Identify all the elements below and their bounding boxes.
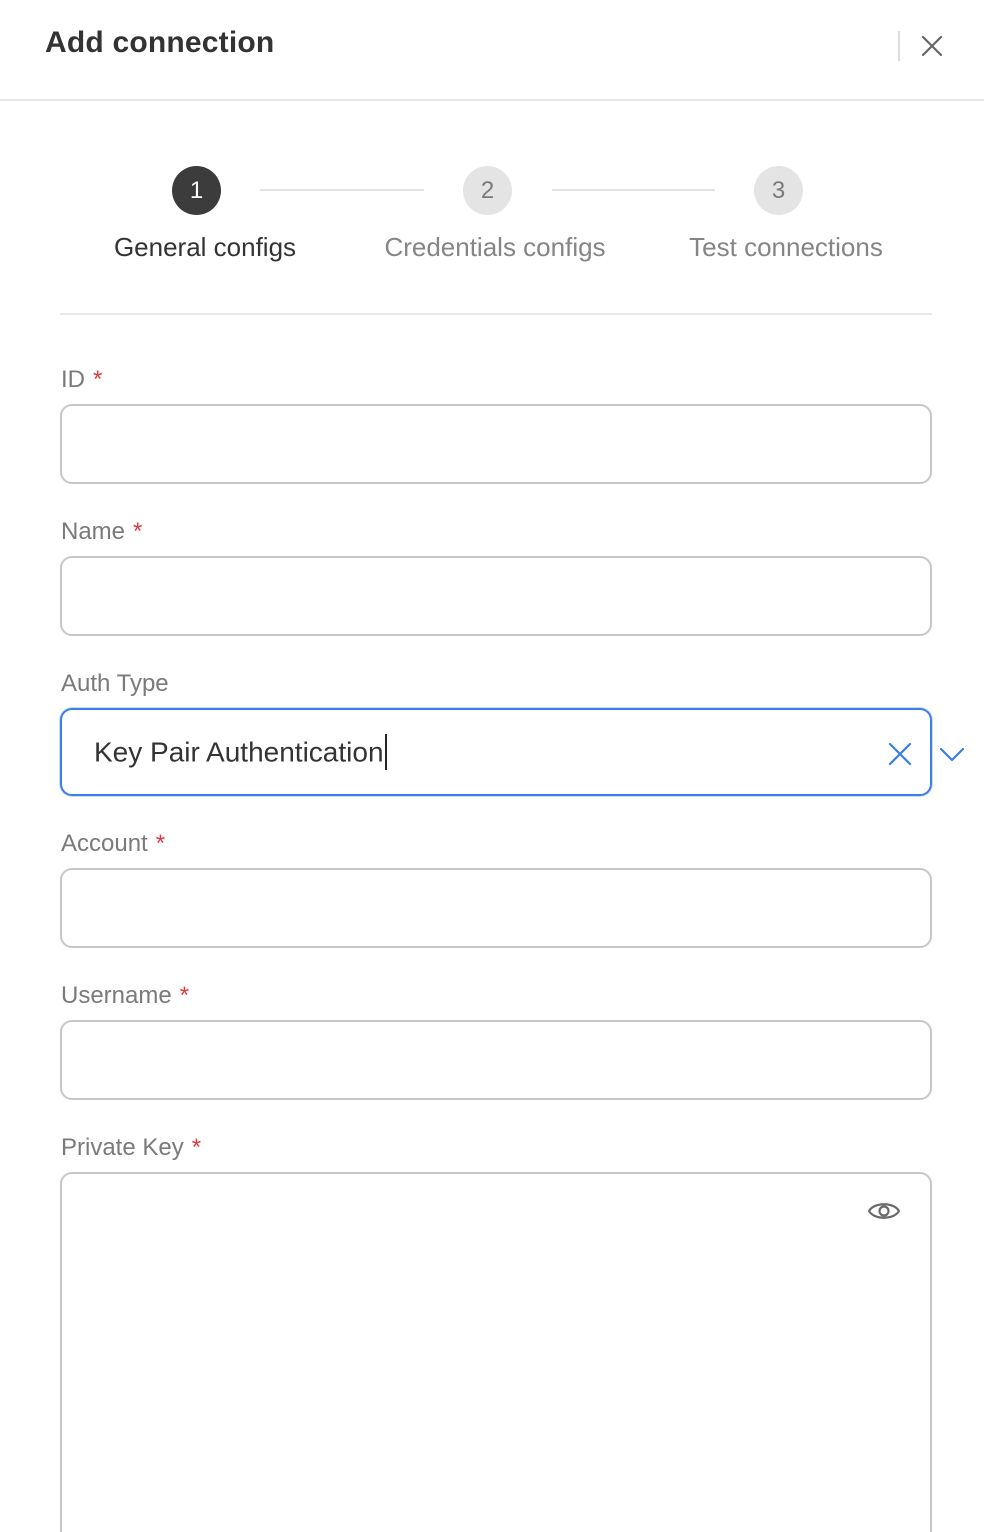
step-2-label: Credentials configs: [384, 232, 606, 262]
name-label-text: Name: [61, 518, 126, 545]
toggle-visibility-button[interactable]: [866, 1198, 902, 1224]
clear-icon: [888, 742, 912, 766]
account-input[interactable]: [60, 868, 932, 948]
username-label: Username *: [61, 982, 189, 1010]
panel-title: Add connection: [45, 26, 275, 59]
step-1-label: General configs: [113, 232, 297, 262]
panel-header: Add connection: [0, 0, 984, 101]
clear-selection-button[interactable]: [886, 740, 914, 768]
chevron-down-icon: [939, 747, 965, 762]
header-divider: [898, 31, 900, 61]
required-marker: *: [191, 1134, 202, 1161]
account-label-text: Account: [61, 830, 148, 857]
step-connector-1: [260, 189, 424, 191]
step-3-label: Test connections: [689, 232, 883, 262]
username-label-text: Username: [61, 982, 172, 1009]
step-connector-2: [552, 189, 715, 191]
auth-type-label: Auth Type: [61, 670, 169, 698]
step-1-indicator: 1: [172, 166, 221, 215]
required-marker: *: [179, 982, 190, 1009]
auth-type-select[interactable]: Key Pair Authentication: [60, 708, 965, 796]
dropdown-toggle-button[interactable]: [937, 742, 967, 766]
close-button[interactable]: [916, 30, 948, 62]
step-3-indicator: 3: [754, 166, 803, 215]
auth-type-value-container: Key Pair Authentication: [94, 734, 387, 772]
text-cursor: [384, 734, 387, 770]
account-label: Account *: [61, 830, 165, 858]
auth-type-label-text: Auth Type: [61, 670, 169, 697]
required-marker: *: [155, 830, 166, 857]
add-connection-panel: Add connection 1 2 3 General configs Cre…: [0, 0, 984, 1532]
name-input[interactable]: [60, 556, 932, 636]
id-label: ID *: [61, 366, 102, 394]
name-label: Name *: [61, 518, 142, 546]
username-input[interactable]: [60, 1020, 932, 1100]
required-marker: *: [133, 518, 143, 545]
stepper: 1 2 3 General configs Credentials config…: [0, 164, 984, 274]
id-input[interactable]: [60, 404, 932, 484]
id-label-text: ID: [61, 366, 85, 393]
eye-icon: [867, 1203, 901, 1219]
private-key-label-text: Private Key: [61, 1134, 184, 1161]
stepper-divider: [60, 313, 932, 315]
step-2-indicator: 2: [463, 166, 512, 215]
auth-type-value: Key Pair Authentication: [94, 736, 384, 768]
private-key-textarea[interactable]: [60, 1172, 932, 1532]
close-icon: [921, 35, 943, 57]
private-key-label: Private Key *: [61, 1134, 201, 1162]
required-marker: *: [93, 366, 103, 393]
